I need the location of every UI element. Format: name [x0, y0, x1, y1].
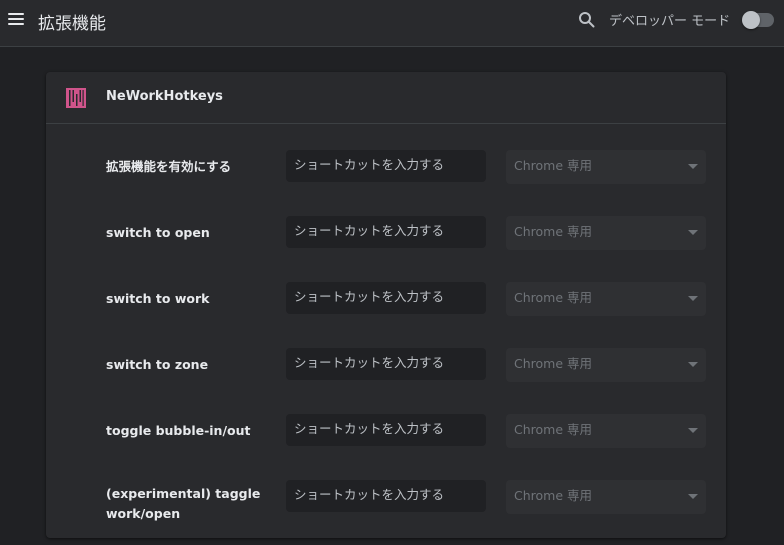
toggle-knob — [742, 11, 760, 29]
extension-logo-icon — [66, 88, 86, 108]
scope-value: Chrome 専用 — [514, 488, 593, 503]
chevron-down-icon — [688, 230, 698, 235]
chevron-down-icon — [688, 494, 698, 499]
shortcut-input[interactable]: ショートカットを入力する — [286, 414, 486, 446]
shortcut-input[interactable]: ショートカットを入力する — [286, 150, 486, 182]
developer-mode-label: デベロッパー モード — [609, 14, 731, 29]
search-icon[interactable] — [578, 11, 595, 28]
command-row: switch to work ショートカットを入力する Chrome 専用 — [46, 282, 726, 316]
developer-mode-toggle[interactable] — [742, 11, 774, 29]
command-label: (experimental) taggle work/open — [106, 486, 261, 521]
command-label: switch to work — [106, 291, 210, 306]
scope-select[interactable]: Chrome 専用 — [506, 414, 706, 448]
command-row: toggle bubble-in/out ショートカットを入力する Chrome… — [46, 414, 726, 448]
chevron-down-icon — [688, 428, 698, 433]
extension-card: NeWorkHotkeys 拡張機能を有効にする ショートカットを入力する Ch… — [46, 72, 726, 538]
chevron-down-icon — [688, 362, 698, 367]
shortcut-input[interactable]: ショートカットを入力する — [286, 348, 486, 380]
shortcut-input[interactable]: ショートカットを入力する — [286, 282, 486, 314]
scope-select[interactable]: Chrome 専用 — [506, 348, 706, 382]
top-bar: 拡張機能 デベロッパー モード — [0, 0, 784, 47]
scope-select[interactable]: Chrome 専用 — [506, 282, 706, 316]
extension-header: NeWorkHotkeys — [46, 72, 726, 124]
chevron-down-icon — [688, 296, 698, 301]
scope-value: Chrome 専用 — [514, 290, 593, 305]
command-label: switch to open — [106, 225, 210, 240]
scope-value: Chrome 専用 — [514, 224, 593, 239]
scope-value: Chrome 専用 — [514, 158, 593, 173]
scope-value: Chrome 専用 — [514, 422, 593, 437]
chevron-down-icon — [688, 164, 698, 169]
shortcut-input[interactable]: ショートカットを入力する — [286, 480, 486, 512]
command-label: toggle bubble-in/out — [106, 423, 251, 438]
command-row: 拡張機能を有効にする ショートカットを入力する Chrome 専用 — [46, 150, 726, 184]
command-label: switch to zone — [106, 357, 209, 372]
command-row: (experimental) taggle work/open ショートカットを… — [46, 480, 726, 521]
scope-select[interactable]: Chrome 専用 — [506, 480, 706, 514]
shortcut-input[interactable]: ショートカットを入力する — [286, 216, 486, 248]
command-row: switch to zone ショートカットを入力する Chrome 専用 — [46, 348, 726, 382]
command-row: switch to open ショートカットを入力する Chrome 専用 — [46, 216, 726, 250]
scope-value: Chrome 専用 — [514, 356, 593, 371]
scope-select[interactable]: Chrome 専用 — [506, 150, 706, 184]
command-label: 拡張機能を有効にする — [106, 159, 232, 174]
menu-icon[interactable] — [8, 11, 24, 27]
scope-select[interactable]: Chrome 専用 — [506, 216, 706, 250]
extension-name: NeWorkHotkeys — [106, 89, 223, 104]
page-title: 拡張機能 — [38, 14, 106, 34]
